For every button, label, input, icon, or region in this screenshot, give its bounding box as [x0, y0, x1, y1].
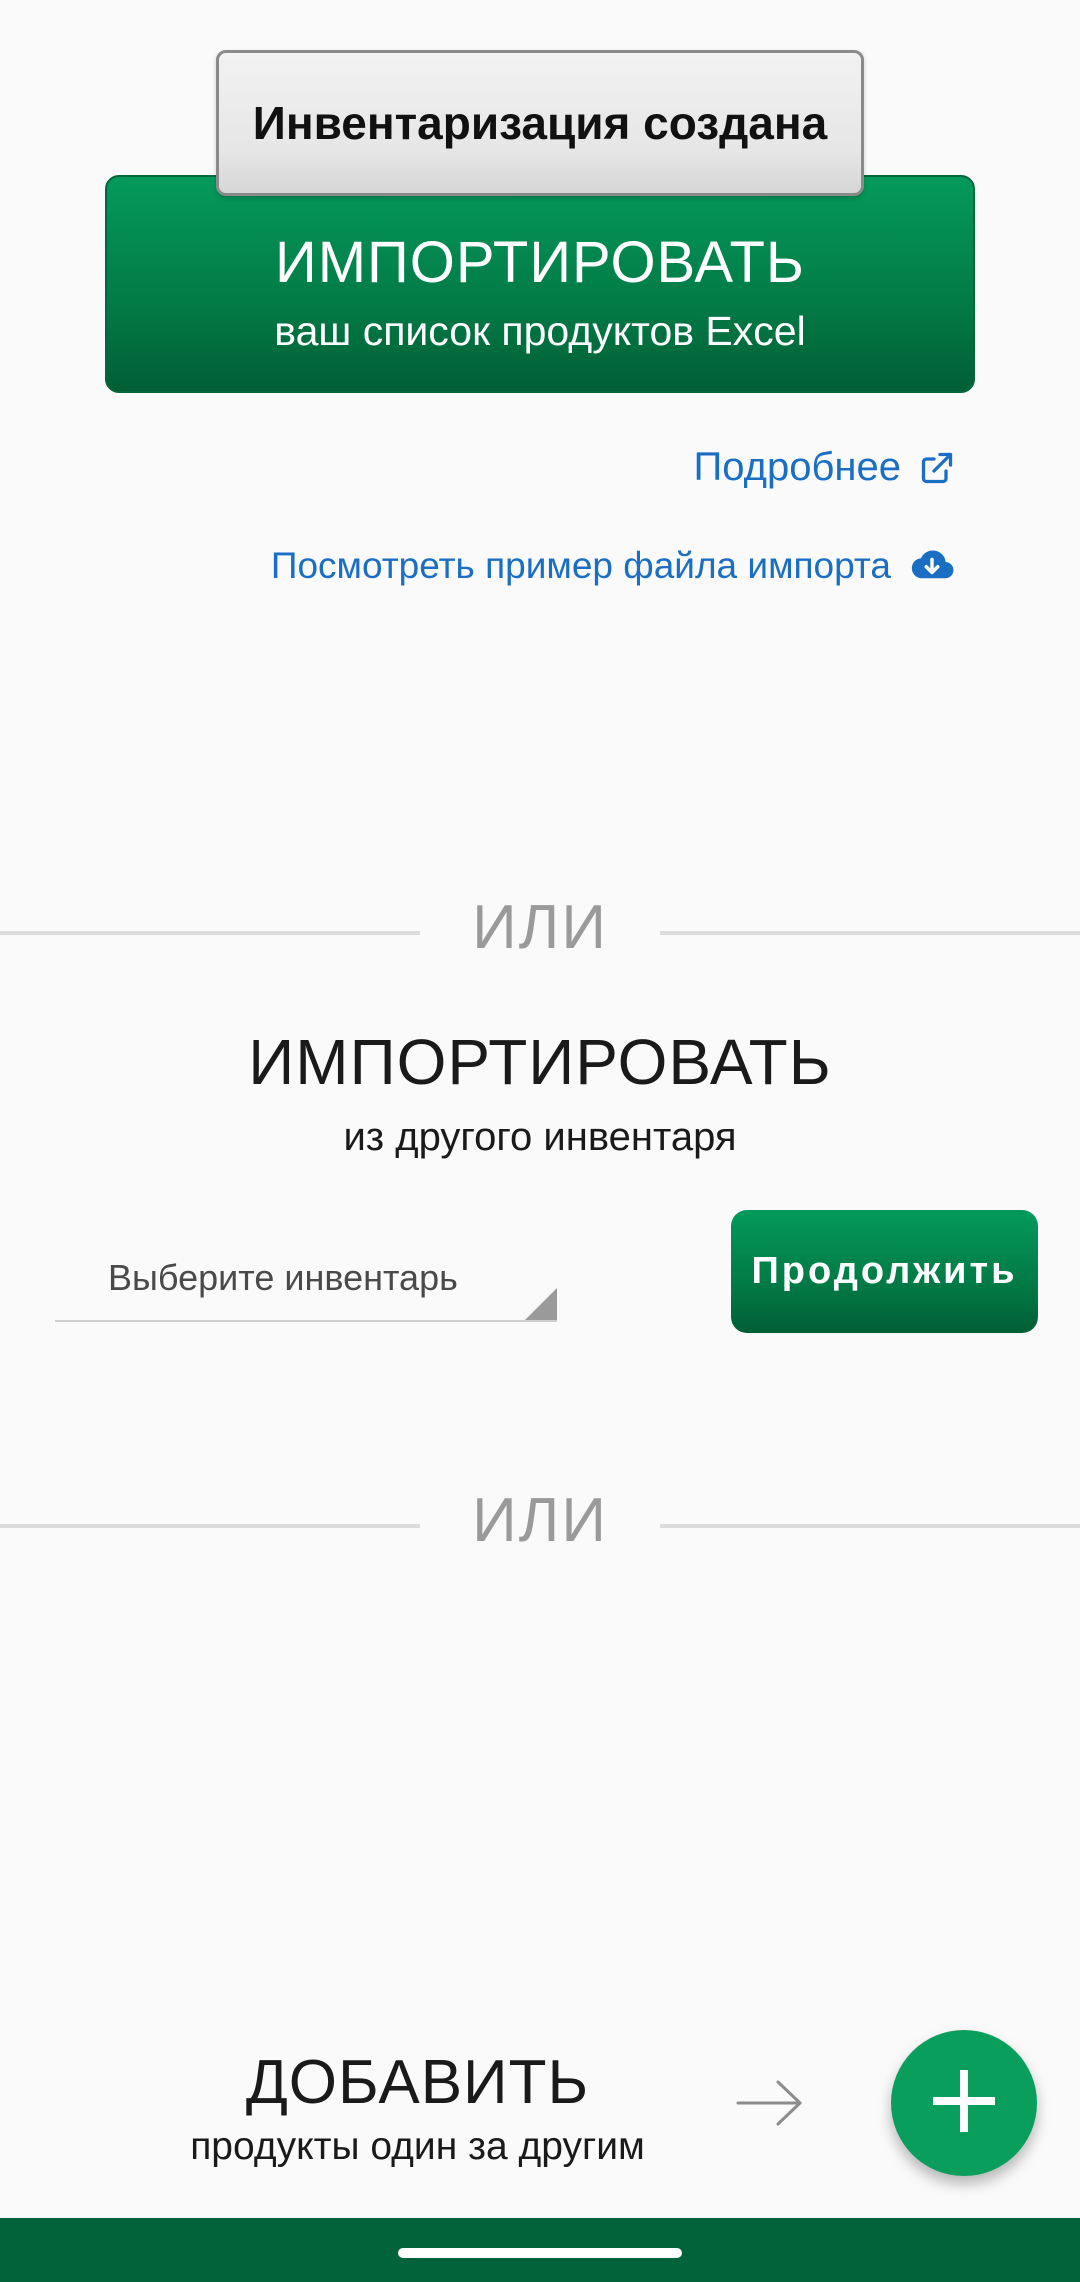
navigation-bar [0, 2218, 1080, 2282]
or-label: ИЛИ [472, 893, 608, 962]
home-gesture-handle[interactable] [398, 2248, 682, 2258]
add-product-fab[interactable] [891, 2030, 1037, 2176]
toast-message: Инвентаризация создана [216, 50, 864, 196]
arrow-right-icon [736, 2078, 804, 2133]
add-products-subtitle: продукты один за другим [190, 2125, 645, 2168]
cloud-download-icon [909, 548, 955, 584]
inventory-select[interactable]: Выберите инвентарь [55, 1230, 557, 1322]
import-excel-title: ИМПОРТИРОВАТЬ [275, 230, 805, 295]
or-separator-1: ИЛИ [0, 892, 1080, 972]
import-other-subtitle: из другого инвентаря [343, 1115, 737, 1159]
more-info-link[interactable]: Подробнее [694, 445, 955, 490]
separator-line [660, 931, 1080, 935]
or-separator-2: ИЛИ [0, 1485, 1080, 1565]
continue-button[interactable]: Продолжить [731, 1210, 1038, 1333]
separator-line [0, 1524, 420, 1528]
add-products-title: ДОБАВИТЬ [245, 2048, 590, 2117]
external-link-icon [919, 450, 955, 486]
plus-icon [931, 2068, 997, 2139]
screen: ИМПОРТИРОВАТЬ ваш список продуктов Excel… [0, 0, 1080, 2282]
import-excel-subtitle: ваш список продуктов Excel [274, 308, 806, 354]
dropdown-triangle-icon [525, 1288, 557, 1320]
inventory-select-placeholder: Выберите инвентарь [108, 1257, 458, 1298]
more-info-label: Подробнее [693, 445, 901, 489]
import-other-title: ИМПОРТИРОВАТЬ [248, 1026, 832, 1098]
separator-line [660, 1524, 1080, 1528]
sample-file-label: Посмотреть пример файла импорта [270, 545, 891, 586]
sample-file-link[interactable]: Посмотреть пример файла импорта [271, 545, 955, 587]
separator-line [0, 931, 420, 935]
import-excel-button[interactable]: ИМПОРТИРОВАТЬ ваш список продуктов Excel [105, 175, 975, 393]
or-label: ИЛИ [472, 1486, 608, 1555]
